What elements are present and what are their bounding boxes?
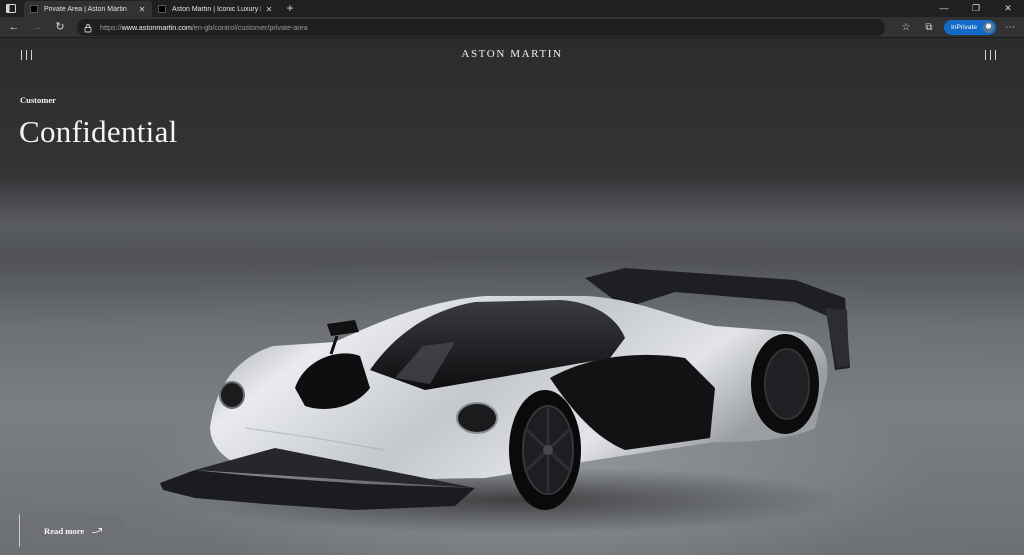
brand-logo[interactable]: ASTON MARTIN (432, 48, 592, 60)
left-headlight (219, 381, 245, 409)
hero-car-image (160, 268, 850, 534)
favorites-star-icon[interactable]: ☆ (899, 21, 913, 34)
inprivate-label: InPrivate (951, 24, 978, 31)
secondary-menu-icon[interactable] (984, 50, 998, 60)
browser-tab-strip: Private Area | Aston Martin ✕ Aston Mart… (0, 0, 1024, 17)
url-path: /en-gb/control/customer/private-area (191, 23, 308, 32)
read-more-label: Read more (44, 525, 85, 536)
read-more-button[interactable]: Read more (19, 514, 125, 547)
back-arrow-icon[interactable]: ← (6, 20, 22, 35)
address-bar[interactable]: https://www.astonmartin.com/en-gb/contro… (77, 19, 885, 36)
tab-actions-icon[interactable] (4, 2, 18, 15)
tab-aston-martin-home[interactable]: Aston Martin | Iconic Luxury Briti ✕ (152, 1, 279, 17)
tab-private-area[interactable]: Private Area | Aston Martin ✕ (24, 1, 152, 17)
more-dots-icon[interactable]: ⋯ (1003, 21, 1017, 34)
window-controls: — ❐ ✕ (928, 0, 1024, 17)
close-tab-icon[interactable]: ✕ (265, 5, 273, 14)
inprivate-badge[interactable]: InPrivate (944, 20, 996, 35)
page-hero: ASTON MARTIN Customer Confidential Read … (0, 38, 1024, 555)
restore-icon[interactable]: ❐ (960, 0, 992, 17)
close-window-icon[interactable]: ✕ (992, 0, 1024, 17)
minimize-icon[interactable]: — (928, 0, 960, 17)
tab-title: Private Area | Aston Martin (44, 5, 127, 13)
aston-martin-favicon-icon (30, 5, 38, 13)
refresh-icon[interactable]: ↻ (52, 20, 68, 35)
collections-icon[interactable]: ⧉ (922, 21, 936, 34)
profile-avatar-icon (983, 22, 994, 33)
browser-toolbar: ← → ↻ https://www.astonmartin.com/en-gb/… (0, 17, 1024, 38)
url-protocol: https:// (100, 23, 122, 32)
close-tab-icon[interactable]: ✕ (138, 5, 146, 14)
right-headlight (456, 402, 498, 434)
page-title: Confidential (19, 114, 178, 149)
url-host: www.astonmartin.com (121, 23, 192, 32)
section-eyebrow: Customer (20, 95, 56, 105)
lock-icon[interactable] (83, 23, 93, 33)
tab-title: Aston Martin | Iconic Luxury Briti (172, 5, 261, 13)
aston-martin-favicon-icon (158, 5, 166, 13)
forward-arrow-icon[interactable]: → (29, 20, 45, 35)
arrow-right-icon (92, 527, 103, 533)
new-tab-button[interactable]: + (283, 1, 297, 16)
menu-icon[interactable] (20, 50, 34, 60)
